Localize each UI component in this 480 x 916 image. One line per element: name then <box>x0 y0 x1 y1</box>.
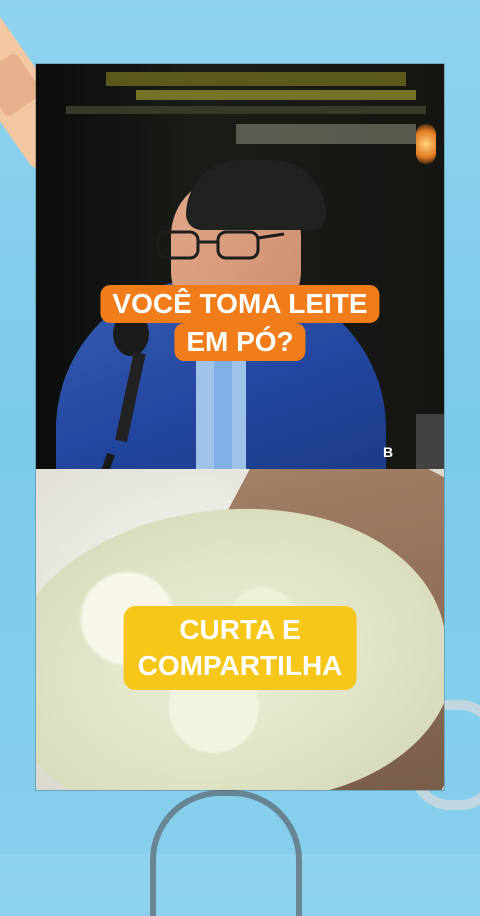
glitch-stripe <box>66 106 426 114</box>
caption-line: EM PÓ? <box>174 323 306 361</box>
cta-box: CURTA E COMPARTILHA <box>123 606 357 690</box>
glitch-stripe <box>106 72 406 86</box>
stethoscope-decoration <box>150 790 302 916</box>
glasses-icon <box>156 230 285 260</box>
glitch-stripe <box>236 124 416 144</box>
glitch-stripe <box>136 90 416 100</box>
glitch-stripe <box>416 414 444 469</box>
podcast-video-panel: B <box>36 64 444 469</box>
caption-line: CURTA E <box>179 614 301 645</box>
person-hair <box>186 160 326 230</box>
caption-line: COMPARTILHA <box>137 650 343 681</box>
question-caption: VOCÊ TOMA LEITE EM PÓ? <box>100 285 380 361</box>
lamp-light <box>416 124 436 164</box>
channel-watermark: B <box>383 444 394 460</box>
call-to-action-caption: CURTA E COMPARTILHA <box>123 606 357 690</box>
caption-line: VOCÊ TOMA LEITE <box>100 285 380 323</box>
